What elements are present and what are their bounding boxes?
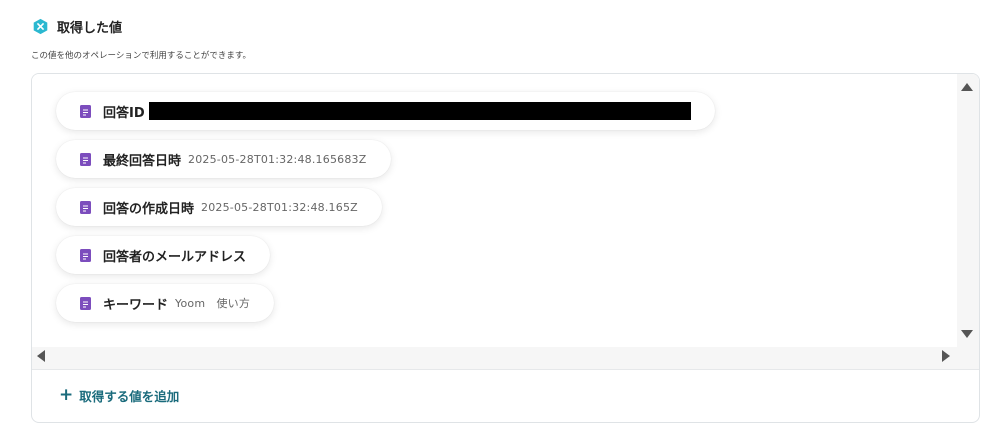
redacted-value [148, 102, 691, 120]
vertical-scrollbar[interactable] [957, 74, 979, 347]
value-text: 2025-05-28T01:32:48.165Z [201, 200, 358, 214]
add-value-label: 取得する値を追加 [79, 389, 180, 404]
scroll-right-arrow-icon[interactable] [942, 350, 950, 362]
value-chip-keyword[interactable]: キーワード Yoom 使い方 [56, 284, 275, 322]
values-scroll-area[interactable]: 回答ID 最終回答日時 2025-05-28T01:32:48.165683Z … [32, 74, 979, 369]
divider [32, 369, 979, 370]
value-text: Yoom 使い方 [175, 297, 251, 310]
value-chip-last-response-time[interactable]: 最終回答日時 2025-05-28T01:32:48.165683Z [56, 140, 391, 178]
value-text: 2025-05-28T01:32:48.165683Z [188, 152, 367, 166]
add-value-button[interactable]: + 取得する値を追加 [59, 386, 179, 405]
value-label: 回答者のメールアドレス [103, 249, 247, 265]
value-label: 回答ID [103, 105, 145, 121]
value-label: 回答の作成日時 [103, 201, 195, 217]
values-panel: 回答ID 最終回答日時 2025-05-28T01:32:48.165683Z … [31, 73, 980, 423]
value-label: 最終回答日時 [103, 153, 182, 169]
horizontal-scrollbar[interactable] [32, 347, 979, 369]
document-icon [80, 296, 91, 310]
value-chip-created-time[interactable]: 回答の作成日時 2025-05-28T01:32:48.165Z [56, 188, 382, 226]
document-icon [80, 200, 91, 214]
plus-icon: + [59, 385, 74, 405]
value-chip-response-id[interactable]: 回答ID [56, 92, 715, 130]
section-subtitle: この値を他のオペレーションで利用することができます。 [31, 51, 251, 61]
yoom-logo-icon [33, 18, 48, 35]
section-title: 取得した値 [57, 21, 123, 36]
document-icon [80, 104, 91, 118]
scroll-left-arrow-icon[interactable] [37, 350, 45, 362]
document-icon [80, 152, 91, 166]
value-chip-respondent-email[interactable]: 回答者のメールアドレス [56, 236, 271, 274]
section-header: 取得した値 [32, 17, 122, 36]
scroll-down-arrow-icon[interactable] [961, 330, 973, 338]
value-label: キーワード [103, 297, 169, 313]
scroll-up-arrow-icon[interactable] [961, 83, 973, 91]
document-icon [80, 248, 91, 262]
